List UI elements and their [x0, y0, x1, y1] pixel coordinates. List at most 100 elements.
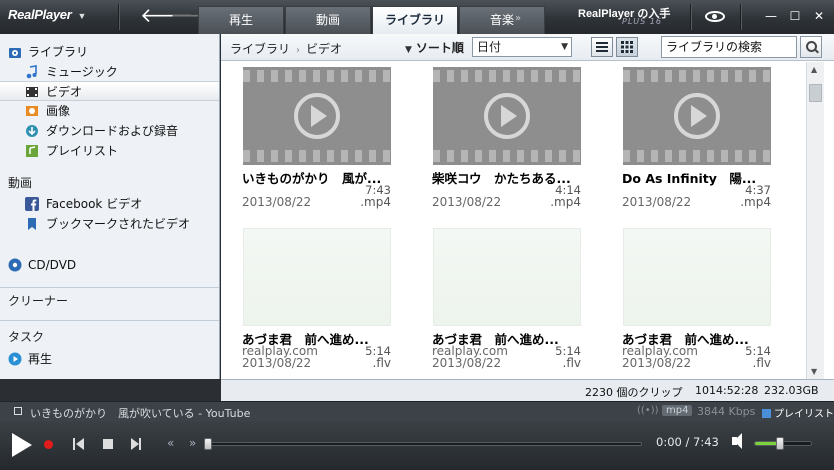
seek-handle[interactable] — [204, 438, 212, 450]
bitrate: 3844 Kbps — [697, 405, 756, 418]
back-arrow-icon[interactable]: 🡐 — [140, 5, 194, 27]
video-extension: .flv — [752, 356, 771, 370]
disc-icon — [8, 258, 22, 272]
download-icon — [26, 125, 38, 137]
video-thumbnail[interactable] — [433, 228, 581, 326]
video-date: 2013/08/22 — [622, 356, 692, 370]
video-extension: .flv — [562, 356, 581, 370]
video-thumbnail[interactable] — [243, 67, 391, 165]
video-date: 2013/08/22 — [432, 195, 502, 209]
search-icon[interactable] — [800, 36, 822, 58]
total-duration: 1014:52:28 — [695, 384, 759, 397]
sidebar-item-library[interactable]: ライブラリ — [0, 42, 219, 62]
sidebar-item-label: ミュージック — [46, 65, 118, 79]
sidebar-item-cleaner[interactable]: クリーナー — [8, 292, 68, 309]
tab-library[interactable]: ライブラリ — [372, 6, 458, 34]
video-card[interactable]: Do As Infinity 陽... 4:37 2013/08/22 .mp4 — [621, 64, 791, 214]
video-card[interactable]: いきものがかり 風が... 7:43 2013/08/22 .mp4 — [241, 64, 411, 214]
library-search-input[interactable]: ライブラリの検索 — [661, 36, 797, 58]
sidebar-item-label: プレイリスト — [46, 144, 119, 158]
breadcrumb: ライブラリ › ビデオ — [230, 40, 342, 57]
eye-icon[interactable] — [705, 11, 725, 22]
more-tabs-icon[interactable]: » — [515, 13, 521, 24]
video-card[interactable]: あづま君 前へ進め... realplay.com 5:14 2013/08/2… — [241, 225, 411, 375]
grid-view-button[interactable] — [616, 37, 638, 57]
seek-slider[interactable] — [204, 438, 642, 450]
title-bar: RealPlayer ▼ 🡐 🡒 再生 動画 ライブラリ 音楽 » RealPla… — [0, 0, 834, 34]
stop-button[interactable] — [103, 439, 113, 449]
sidebar-item-label: ビデオ — [46, 85, 83, 99]
tab-video[interactable]: 動画 — [285, 6, 371, 34]
play-icon — [484, 93, 530, 139]
play-button[interactable] — [12, 433, 32, 457]
task-play[interactable]: 再生 — [0, 349, 219, 369]
sidebar-item-downloads[interactable]: ダウンロードおよび録音 — [0, 121, 219, 141]
sidebar-item-playlist[interactable]: 再生 プレイリスト — [0, 141, 219, 161]
volume-handle[interactable] — [776, 437, 785, 450]
scrollbar-thumb[interactable] — [809, 84, 822, 102]
divider — [690, 4, 691, 30]
sort-label[interactable]: ▼ ソート順 — [405, 39, 464, 56]
maximize-icon[interactable]: ☐ — [786, 8, 804, 24]
library-panel: ライブラリ › ビデオ ▼ ソート順 日付 ▼ ライブラリの検索 いきものがかり 風が.… — [221, 34, 834, 379]
sidebar: ライブラリ ミュージック ビデオ 画像 ダウンロードおよび録音 再生 プレイリス… — [0, 34, 220, 379]
volume-slider[interactable] — [754, 437, 812, 450]
sidebar-item-music[interactable]: ミュージック — [0, 62, 219, 82]
video-date: 2013/08/22 — [622, 195, 692, 209]
sidebar-item-label: ライブラリ — [28, 45, 89, 59]
sidebar-item-facebook-video[interactable]: Facebook ビデオ — [0, 194, 219, 214]
divider — [0, 287, 219, 288]
list-view-button[interactable] — [591, 37, 613, 57]
divider — [118, 4, 119, 30]
video-grid: いきものがかり 風が... 7:43 2013/08/22 .mp4 柴咲コウ … — [221, 62, 805, 379]
divider — [740, 4, 741, 30]
now-playing-square-icon[interactable] — [14, 407, 22, 415]
transport-controls: « » 0:00 / 7:43 — [0, 421, 834, 470]
play-circle-icon — [8, 352, 22, 366]
vertical-scrollbar[interactable]: ▲ ▼ — [806, 62, 824, 379]
scroll-down-icon[interactable]: ▼ — [811, 367, 817, 376]
record-button[interactable] — [44, 440, 53, 449]
sidebar-item-images[interactable]: 画像 — [0, 101, 219, 121]
rewind-icon[interactable]: « — [167, 436, 174, 450]
clip-count: 2230 個のクリップ — [585, 386, 683, 399]
total-size: 232.03GB — [764, 384, 819, 397]
image-icon — [26, 106, 38, 116]
forward-arrow-icon[interactable]: 🡒 — [170, 5, 224, 27]
next-button[interactable] — [131, 438, 142, 450]
sidebar-item-cd-dvd[interactable]: CD/DVD — [0, 255, 219, 275]
sidebar-item-bookmarked-video[interactable]: ブックマークされたビデオ — [0, 214, 219, 234]
video-date: 2013/08/22 — [432, 356, 502, 370]
video-card[interactable]: あづま君 前へ進め... realplay.com 5:14 2013/08/2… — [621, 225, 791, 375]
chevron-right-icon: › — [296, 45, 301, 56]
previous-button[interactable] — [73, 438, 84, 450]
realplayer-logo[interactable]: RealPlayer ▼ — [8, 7, 86, 22]
fast-forward-icon[interactable]: » — [189, 436, 196, 450]
tab-play[interactable]: 再生 — [198, 6, 284, 34]
video-thumbnail[interactable] — [433, 67, 581, 165]
playlist-button[interactable]: プレイリスト — [762, 405, 834, 420]
scroll-up-icon[interactable]: ▲ — [811, 65, 817, 74]
video-card[interactable]: あづま君 前へ進め... realplay.com 5:14 2013/08/2… — [431, 225, 601, 375]
list-view-icon — [596, 42, 608, 52]
video-thumbnail[interactable] — [623, 67, 771, 165]
sidebar-item-label: Facebook ビデオ — [46, 197, 143, 211]
sort-select[interactable]: 日付 ▼ — [472, 37, 572, 57]
video-thumbnail[interactable] — [623, 228, 771, 326]
chevron-down-icon: ▼ — [561, 42, 568, 52]
tab-music[interactable]: 音楽 — [459, 6, 545, 34]
video-extension: .mp4 — [740, 195, 771, 209]
video-thumbnail[interactable] — [243, 228, 391, 326]
video-extension: .flv — [372, 356, 391, 370]
minimize-icon[interactable]: — — [762, 8, 780, 24]
volume-icon[interactable] — [732, 433, 742, 449]
sidebar-item-video[interactable]: ビデオ — [0, 81, 219, 101]
close-icon[interactable]: ✕ — [810, 8, 828, 24]
breadcrumb-library[interactable]: ライブラリ — [230, 42, 290, 56]
now-playing-bar: いきものがかり 風が吹いている - YouTube ((•)) mp4 3844… — [0, 401, 834, 421]
breadcrumb-video: ビデオ — [306, 42, 343, 56]
video-card[interactable]: 柴咲コウ かたちある... 4:14 2013/08/22 .mp4 — [431, 64, 601, 214]
sidebar-item-label: 再生 — [28, 352, 53, 366]
chevron-down-icon[interactable]: ▼ — [78, 11, 87, 21]
playlist-icon — [26, 145, 38, 157]
